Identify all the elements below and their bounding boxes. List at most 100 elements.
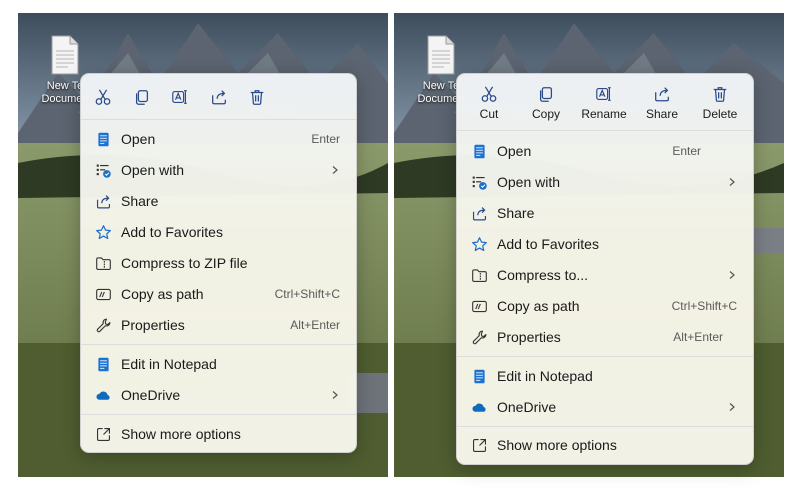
menu-item-label: Open with xyxy=(497,174,561,190)
menu-item-label: Open with xyxy=(121,162,185,178)
menu-item-label: Share xyxy=(497,205,535,221)
menu-item-copy-as-path[interactable]: Copy as path Ctrl+Shift+C xyxy=(457,291,753,321)
share-icon xyxy=(471,205,488,222)
trash-icon xyxy=(711,85,729,103)
cloud-icon xyxy=(471,399,488,416)
shortcut-text: Enter xyxy=(311,132,340,146)
shortcut-text: Ctrl+Shift+C xyxy=(274,287,340,301)
more-options-icon xyxy=(95,426,112,443)
menu-item-label: OneDrive xyxy=(497,399,557,415)
toolbar-divider xyxy=(81,119,356,120)
share-icon xyxy=(653,85,671,103)
open-with-icon xyxy=(471,174,488,191)
shortcut-text: Alt+Enter xyxy=(290,318,340,332)
cut-button[interactable]: Cut xyxy=(461,85,517,121)
menu-item-add-to-favorites[interactable]: Add to Favorites xyxy=(457,229,753,259)
notepad-icon xyxy=(471,143,488,160)
share-label: Share xyxy=(645,107,679,121)
zip-icon xyxy=(471,267,488,284)
notepad-icon xyxy=(95,131,112,148)
menu-item-onedrive[interactable]: OneDrive xyxy=(81,380,356,410)
zip-icon xyxy=(95,255,112,272)
toolbar-divider xyxy=(457,130,753,131)
star-icon xyxy=(95,224,112,241)
path-icon xyxy=(95,286,112,303)
rename-icon xyxy=(171,88,189,106)
menu-item-add-to-favorites[interactable]: Add to Favorites xyxy=(81,217,356,247)
open-with-icon xyxy=(95,162,112,179)
shortcut-text: Ctrl+Shift+C xyxy=(671,299,737,313)
rename-button[interactable]: Rename xyxy=(576,85,632,121)
cut-label: Cut xyxy=(479,107,499,121)
menu-item-label: Copy as path xyxy=(121,286,204,302)
menu-item-edit-in-notepad[interactable]: Edit in Notepad xyxy=(457,361,753,391)
menu-item-label: Compress to... xyxy=(497,267,589,283)
menu-item-share[interactable]: Share xyxy=(457,198,753,228)
menu-item-label: Show more options xyxy=(121,426,241,442)
star-icon xyxy=(471,236,488,253)
menu-item-compress-zip[interactable]: Compress to ZIP file xyxy=(81,248,356,278)
chevron-right-icon xyxy=(330,165,340,175)
scissors-icon xyxy=(94,88,112,106)
notepad-icon xyxy=(95,356,112,373)
menu-divider xyxy=(457,356,753,357)
notepad-icon xyxy=(471,368,488,385)
rename-label: Rename xyxy=(581,107,627,121)
scissors-icon xyxy=(480,85,498,103)
menu-item-label: Edit in Notepad xyxy=(497,368,593,384)
menu-item-properties[interactable]: Properties Alt+Enter xyxy=(81,310,356,340)
cloud-icon xyxy=(95,387,112,404)
menu-item-open[interactable]: Open Enter xyxy=(81,124,356,154)
menu-item-label: OneDrive xyxy=(121,387,181,403)
menu-item-label: Compress to ZIP file xyxy=(121,255,248,271)
chevron-right-icon xyxy=(330,390,340,400)
context-menu-labeled: Cut Copy Rename Share Delete Open Enter … xyxy=(456,73,754,465)
menu-item-compress-to[interactable]: Compress to... xyxy=(457,260,753,290)
menu-item-share[interactable]: Share xyxy=(81,186,356,216)
copy-button[interactable]: Copy xyxy=(518,85,574,121)
context-menu-compact: Open Enter Open with Share Add to Favori… xyxy=(80,73,357,453)
delete-button[interactable] xyxy=(229,88,285,106)
menu-divider xyxy=(81,414,356,415)
more-options-icon xyxy=(471,437,488,454)
share-icon xyxy=(95,193,112,210)
menu-item-edit-in-notepad[interactable]: Edit in Notepad xyxy=(81,349,356,379)
menu-item-open-with[interactable]: Open with xyxy=(81,155,356,185)
chevron-right-icon xyxy=(727,402,737,412)
menu-item-label: Copy as path xyxy=(497,298,580,314)
path-icon xyxy=(471,298,488,315)
menu-item-onedrive[interactable]: OneDrive xyxy=(457,392,753,422)
share-icon xyxy=(210,88,228,106)
shortcut-text: Enter xyxy=(672,144,701,158)
text-document-icon xyxy=(51,35,79,75)
wrench-icon xyxy=(471,329,488,346)
copy-icon xyxy=(537,85,555,103)
rename-icon xyxy=(595,85,613,103)
menu-item-label: Add to Favorites xyxy=(497,236,599,252)
menu-item-label: Open xyxy=(121,131,156,147)
menu-item-label: Edit in Notepad xyxy=(121,356,217,372)
menu-item-label: Properties xyxy=(497,329,561,345)
menu-item-properties[interactable]: Properties Alt+Enter xyxy=(457,322,753,352)
chevron-right-icon xyxy=(727,270,737,280)
chevron-right-icon xyxy=(727,177,737,187)
shortcut-text: Alt+Enter xyxy=(673,330,723,344)
wrench-icon xyxy=(95,317,112,334)
text-document-icon xyxy=(427,35,455,75)
menu-item-label: Add to Favorites xyxy=(121,224,223,240)
trash-icon xyxy=(248,88,266,106)
copy-icon xyxy=(133,88,151,106)
menu-item-open-with[interactable]: Open with xyxy=(457,167,753,197)
menu-item-copy-as-path[interactable]: Copy as path Ctrl+Shift+C xyxy=(81,279,356,309)
menu-item-show-more-options[interactable]: Show more options xyxy=(457,430,753,460)
menu-item-label: Show more options xyxy=(497,437,617,453)
menu-item-open[interactable]: Open Enter xyxy=(457,136,753,166)
menu-item-show-more-options[interactable]: Show more options xyxy=(81,419,356,449)
menu-item-label: Properties xyxy=(121,317,185,333)
share-button[interactable]: Share xyxy=(634,85,690,121)
delete-label: Delete xyxy=(702,107,738,121)
menu-divider xyxy=(81,344,356,345)
delete-button[interactable]: Delete xyxy=(692,85,748,121)
menu-item-label: Open xyxy=(497,143,532,159)
menu-divider xyxy=(457,426,753,427)
